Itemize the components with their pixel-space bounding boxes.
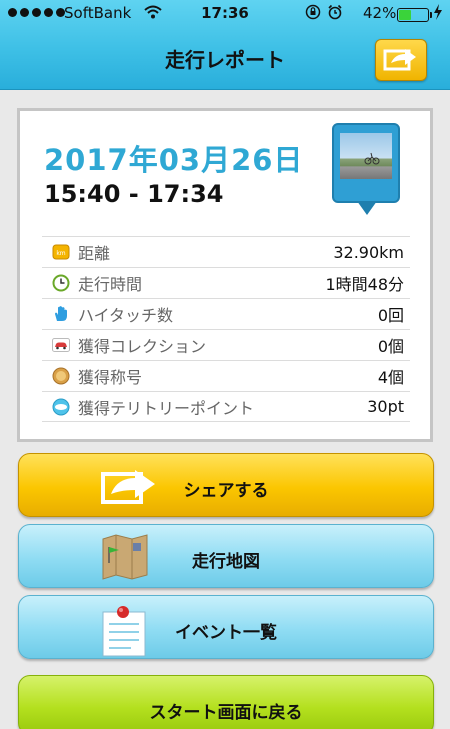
battery-percent: 42% xyxy=(363,4,397,22)
km-badge-icon: km xyxy=(52,243,70,261)
stat-row-collection: 獲得コレクション 0個 xyxy=(42,329,410,360)
back-to-start-button[interactable]: スタート画面に戻る xyxy=(18,675,434,729)
alarm-icon xyxy=(327,4,343,24)
event-list-button-label: イベント一覧 xyxy=(175,623,277,643)
header-share-button[interactable] xyxy=(375,39,427,81)
photo-pin[interactable] xyxy=(332,123,400,215)
top-header: SoftBank 17:36 42% 走行レポート xyxy=(0,0,450,90)
car-card-icon xyxy=(52,336,70,354)
battery-icon xyxy=(397,8,432,22)
ride-photo xyxy=(340,133,392,179)
rotation-lock-icon xyxy=(305,4,321,24)
stat-row-high-five: ハイタッチ数 0回 xyxy=(42,298,410,329)
svg-text:km: km xyxy=(56,250,65,257)
report-card: 2017年03月26日 15:40 - 17:34 km 距離 32.90km … xyxy=(17,108,433,442)
status-bar: SoftBank 17:36 42% xyxy=(0,0,450,28)
stat-row-territory: 獲得テリトリーポイント 30pt xyxy=(42,391,410,422)
stat-row-distance: km 距離 32.90km xyxy=(42,236,410,267)
share-button[interactable]: シェアする xyxy=(18,453,434,517)
clock-icon xyxy=(52,274,70,292)
report-date: 2017年03月26日 xyxy=(44,143,304,177)
share-arrow-icon xyxy=(383,45,419,75)
ride-map-button[interactable]: 走行地図 xyxy=(18,524,434,588)
medal-icon xyxy=(52,367,70,385)
report-time-range: 15:40 - 17:34 xyxy=(44,180,224,208)
back-to-start-button-label: スタート画面に戻る xyxy=(149,703,303,723)
stats-list: km 距離 32.90km 走行時間 1時間48分 ハイタッチ数 0回 獲得コレ… xyxy=(42,236,410,422)
spot-icon xyxy=(52,398,70,416)
stat-row-ride-time: 走行時間 1時間48分 xyxy=(42,267,410,298)
hand-icon xyxy=(52,305,70,323)
charging-icon xyxy=(433,4,443,24)
stat-row-titles: 獲得称号 4個 xyxy=(42,360,410,391)
share-button-label: シェアする xyxy=(183,481,269,501)
ride-map-button-label: 走行地図 xyxy=(192,552,260,572)
event-list-button[interactable]: イベント一覧 xyxy=(18,595,434,659)
